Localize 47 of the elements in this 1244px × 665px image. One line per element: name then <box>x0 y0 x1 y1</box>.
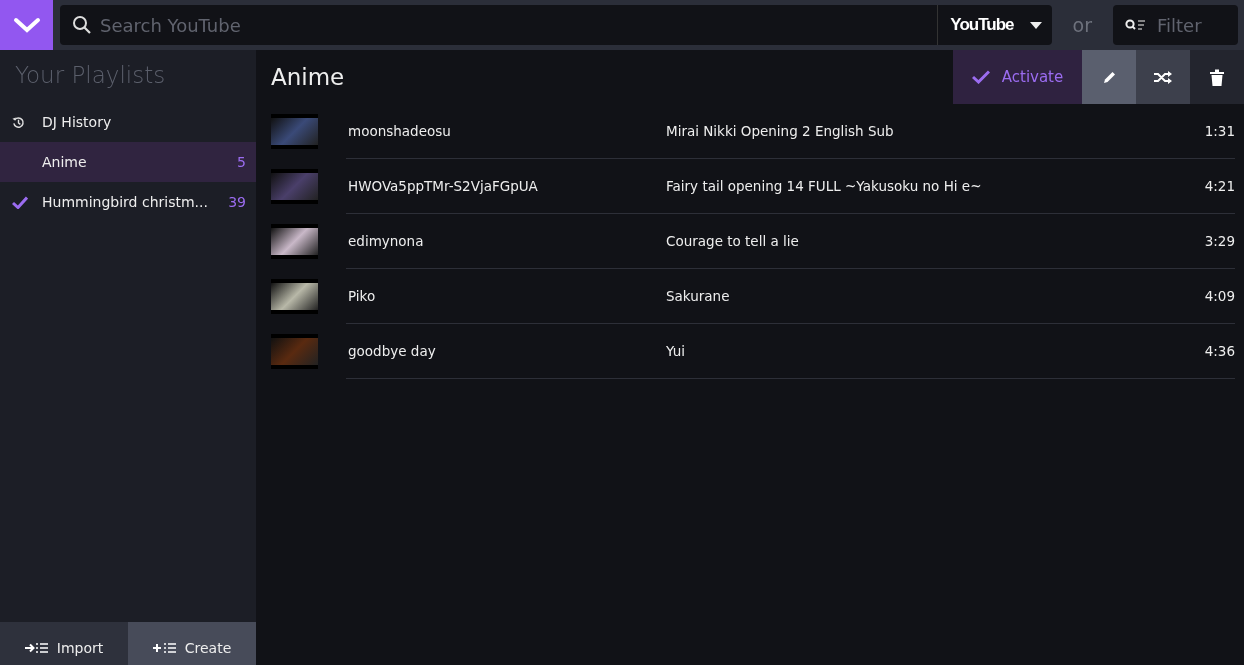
delete-button[interactable] <box>1190 50 1244 104</box>
video-title: Mirai Nikki Opening 2 English Sub <box>666 123 895 139</box>
video-title: Yui <box>666 343 686 359</box>
playlist-item[interactable]: Anime 5 <box>0 142 256 182</box>
chevron-down-icon <box>12 17 41 33</box>
source-logo: YouTube <box>950 15 1014 35</box>
playlist-count: 39 <box>228 194 246 210</box>
search-field[interactable]: Search YouTube <box>60 5 938 45</box>
playlist-item[interactable]: DJ History <box>0 102 256 142</box>
video-duration: 4:21 <box>1204 178 1235 194</box>
video-duration: 4:09 <box>1204 288 1235 304</box>
plus-list-icon <box>152 642 177 654</box>
playlist-item[interactable]: Hummingbird christm... 39 <box>0 182 256 222</box>
pencil-icon <box>1101 69 1117 85</box>
video-thumbnail <box>271 279 318 314</box>
video-title: Courage to tell a lie <box>666 233 800 249</box>
checkmark-icon <box>971 70 990 84</box>
trash-icon <box>1210 68 1224 86</box>
source-dropdown[interactable]: YouTube <box>937 5 1052 45</box>
video-author: Piko <box>347 288 377 304</box>
video-thumbnail <box>271 114 318 149</box>
playlist-count: 5 <box>237 154 246 170</box>
video-author: moonshadeosu <box>347 123 452 139</box>
shuffle-icon <box>1154 70 1172 84</box>
caret-icon <box>1029 21 1042 29</box>
sidebar-title: Your Playlists <box>14 61 167 90</box>
shuffle-button[interactable] <box>1136 50 1190 104</box>
video-duration: 1:31 <box>1204 123 1235 139</box>
create-button[interactable]: Create <box>128 622 256 665</box>
video-author: edimynona <box>347 233 425 249</box>
video-duration: 3:29 <box>1204 233 1235 249</box>
video-title: Sakurane <box>666 288 731 304</box>
video-title: Fairy tail opening 14 FULL ~Yakusoku no Hi e~ <box>666 178 983 194</box>
video-author: goodbye day <box>347 343 437 359</box>
menu-toggle-button[interactable] <box>0 0 53 50</box>
video-duration: 4:36 <box>1204 343 1235 359</box>
arrow-list-icon <box>24 642 49 654</box>
activate-button[interactable]: Activate <box>953 50 1082 104</box>
import-button[interactable]: Import <box>0 622 128 665</box>
filter-field[interactable]: Filter <box>1113 5 1238 45</box>
video-thumbnail <box>271 334 318 369</box>
history-icon <box>12 115 25 129</box>
video-author: HWOVa5ppTMr-S2VjaFGpUA <box>347 178 539 194</box>
playlist-title: Anime <box>270 64 346 90</box>
video-thumbnail <box>271 169 318 204</box>
video-thumbnail <box>271 224 318 259</box>
or-label: or <box>1071 14 1093 36</box>
